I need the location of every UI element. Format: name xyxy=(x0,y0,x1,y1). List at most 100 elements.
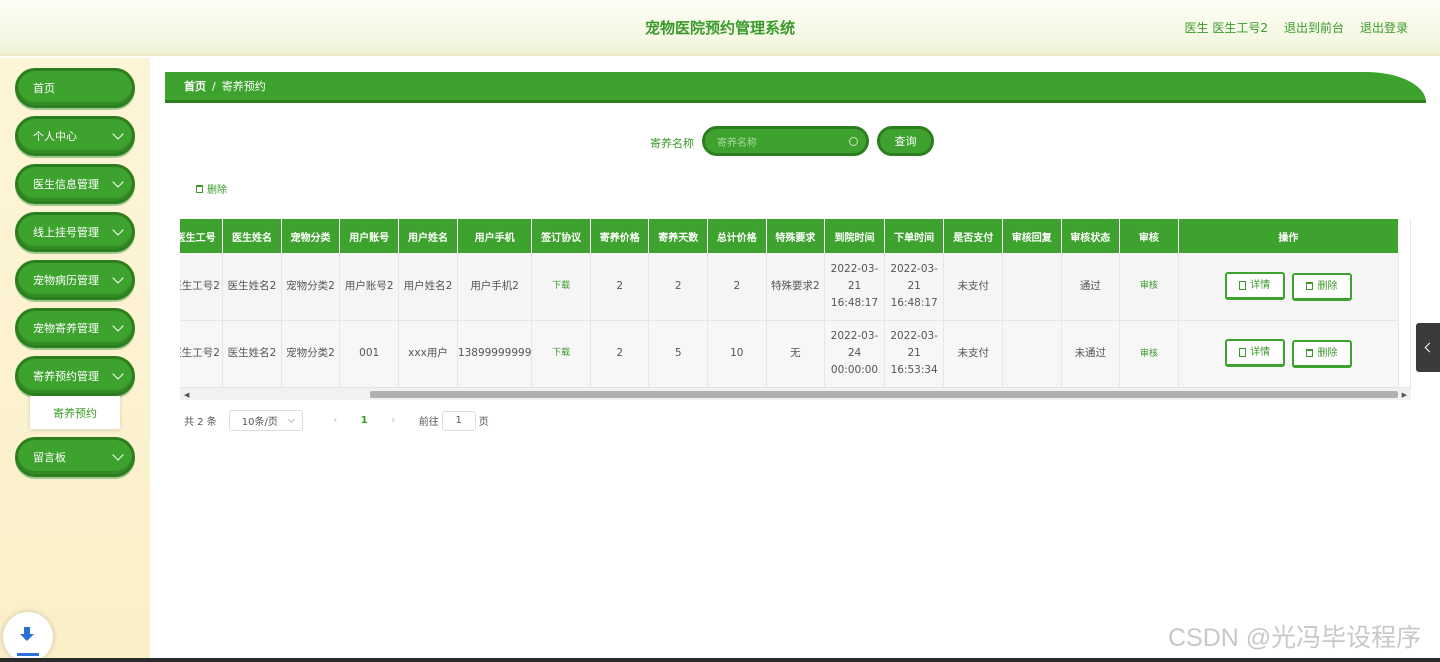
column-header: 审核 xyxy=(1119,219,1179,253)
audit-link[interactable]: 审核 xyxy=(1140,281,1158,291)
trash-icon xyxy=(1306,282,1314,290)
batch-delete-button[interactable]: 删除 xyxy=(196,181,227,196)
sidebar-item-registration[interactable]: 线上挂号管理 xyxy=(15,212,135,252)
table-cell: 未通过 xyxy=(1061,320,1121,388)
table-cell: 未支付 xyxy=(943,253,1004,321)
chevron-down-icon xyxy=(112,128,124,140)
search-input[interactable]: 寄养名称 xyxy=(702,126,869,156)
table-cell: 001 xyxy=(339,320,400,388)
table-cell: 2 xyxy=(590,320,650,388)
chevron-down-icon xyxy=(112,368,124,380)
table-cell: 未支付 xyxy=(943,320,1004,388)
table-cell: 无 xyxy=(766,320,826,388)
sidebar-item-personal[interactable]: 个人中心 xyxy=(15,116,135,156)
download-floating-button[interactable] xyxy=(3,612,53,662)
table-cell: 10 xyxy=(707,320,767,388)
prev-page-icon[interactable]: ‹ xyxy=(321,415,350,426)
scroll-left-icon[interactable]: ◀ xyxy=(184,391,189,399)
delete-label: 删除 xyxy=(1317,347,1338,359)
table-cell: 2 xyxy=(590,253,650,321)
sidebar: 首页 个人中心 医生信息管理 线上挂号管理 宠物病历管理 宠物寄养管理 寄养预约… xyxy=(0,58,150,662)
detail-button[interactable]: 详情 xyxy=(1224,272,1285,300)
column-header: 审核回复 xyxy=(1002,219,1062,253)
column-header: 签订协议 xyxy=(531,219,591,253)
page-number[interactable]: 1 xyxy=(350,415,379,426)
trash-icon xyxy=(1306,349,1314,358)
table-cell: 特殊要求2 xyxy=(766,253,826,321)
delete-button[interactable]: 删除 xyxy=(1291,339,1352,368)
column-header: 宠物分类 xyxy=(281,219,341,253)
audit-link[interactable]: 审核 xyxy=(1140,349,1158,359)
next-page-icon[interactable]: › xyxy=(379,415,408,426)
breadcrumb-current: 寄养预约 xyxy=(221,80,266,93)
scroll-right-icon[interactable]: ▶ xyxy=(1402,391,1407,399)
column-header: 寄养天数 xyxy=(648,219,708,253)
download-link[interactable]: 下载 xyxy=(531,253,591,321)
table-cell: 通过 xyxy=(1061,253,1121,321)
sidebar-item-label: 线上挂号管理 xyxy=(33,226,99,239)
table-cell: 医生工号2 xyxy=(180,253,224,321)
table-cell: 2022-03-21 16:48:17 xyxy=(884,253,945,321)
goto-page-input[interactable]: 1 xyxy=(441,410,476,431)
table-cell xyxy=(1002,253,1062,321)
logout-link[interactable]: 退出登录 xyxy=(1360,19,1408,36)
column-header: 到院时间 xyxy=(824,219,885,253)
detail-button[interactable]: 详情 xyxy=(1224,339,1285,368)
watermark: CSDN @光冯毕设程序 xyxy=(1168,624,1422,652)
sidebar-item-home[interactable]: 首页 xyxy=(15,68,135,108)
detail-label: 详情 xyxy=(1250,347,1271,359)
table-cell: 宠物分类2 xyxy=(281,253,341,321)
table-cell: 宠物分类2 xyxy=(281,320,341,388)
chevron-down-icon xyxy=(112,320,124,332)
column-header: 总计价格 xyxy=(707,219,767,253)
back-front-link[interactable]: 退出到前台 xyxy=(1284,19,1344,36)
audit-cell: 审核 xyxy=(1119,253,1179,321)
column-header: 是否支付 xyxy=(943,219,1004,253)
table-row: 医生工号2 医生姓名2 宠物分类2 用户账号2 用户姓名2 用户手机2 下载 2… xyxy=(180,253,1400,321)
reservation-table: 医生工号 医生姓名 宠物分类 用户账号 用户姓名 用户手机 签订协议 寄养价格 … xyxy=(180,219,1411,400)
breadcrumb-home[interactable]: 首页 xyxy=(184,78,206,94)
table-cell: 医生姓名2 xyxy=(222,320,282,388)
download-link[interactable]: 下载 xyxy=(531,320,591,388)
batch-delete-label: 删除 xyxy=(207,185,227,196)
table-cell: 2 xyxy=(707,253,767,321)
operation-cell: 详情 删除 xyxy=(1178,253,1400,321)
delete-button[interactable]: 删除 xyxy=(1291,272,1352,301)
delete-label: 删除 xyxy=(1317,280,1338,292)
chevron-down-icon xyxy=(112,224,124,236)
document-icon xyxy=(1239,281,1247,290)
page-size-select[interactable]: 10条/页 xyxy=(228,410,303,431)
sidebar-item-label: 寄养预约管理 xyxy=(33,370,99,383)
collapse-panel-tab[interactable] xyxy=(1416,323,1440,372)
column-header: 操作 xyxy=(1178,219,1400,253)
page-unit-label: 页 xyxy=(478,417,489,428)
sidebar-item-records[interactable]: 宠物病历管理 xyxy=(15,260,135,300)
sidebar-item-label: 留言板 xyxy=(33,451,66,464)
sidebar-item-messages[interactable]: 留言板 xyxy=(15,437,135,477)
sidebar-item-boarding[interactable]: 宠物寄养管理 xyxy=(15,308,135,348)
sidebar-item-doctors[interactable]: 医生信息管理 xyxy=(15,164,135,204)
table-cell: 用户手机2 xyxy=(457,253,533,321)
sidebar-item-label: 个人中心 xyxy=(33,130,77,143)
sidebar-item-boarding-reservation[interactable]: 寄养预约管理 xyxy=(15,356,135,396)
breadcrumb-separator: / xyxy=(212,79,216,93)
pagination-total: 共 2 条 xyxy=(184,417,217,428)
table-cell: xxx用户 xyxy=(398,320,458,388)
breadcrumb: 首页 / 寄养预约 xyxy=(165,72,1426,103)
trash-icon xyxy=(196,184,203,193)
sidebar-subitem-reservation[interactable]: 寄养预约 xyxy=(30,396,120,429)
scrollbar-thumb[interactable] xyxy=(370,391,1398,398)
pagination: 共 2 条 10条/页 ‹ 1 › 前往 1 页 xyxy=(184,410,489,431)
chevron-down-icon xyxy=(112,176,124,188)
column-header: 医生工号 xyxy=(180,219,224,253)
table-cell: 2022-03-21 16:53:34 xyxy=(884,320,945,388)
table-cell: 用户账号2 xyxy=(339,253,400,321)
goto-label: 前往 xyxy=(418,417,439,428)
column-header: 特殊要求 xyxy=(766,219,826,253)
operation-cell: 详情 删除 xyxy=(1178,320,1400,388)
column-header: 审核状态 xyxy=(1061,219,1121,253)
search-button[interactable]: 查询 xyxy=(877,126,934,156)
sidebar-item-label: 宠物病历管理 xyxy=(33,274,99,287)
column-header: 用户姓名 xyxy=(398,219,458,253)
horizontal-scrollbar[interactable]: ◀ ▶ xyxy=(180,387,1411,400)
